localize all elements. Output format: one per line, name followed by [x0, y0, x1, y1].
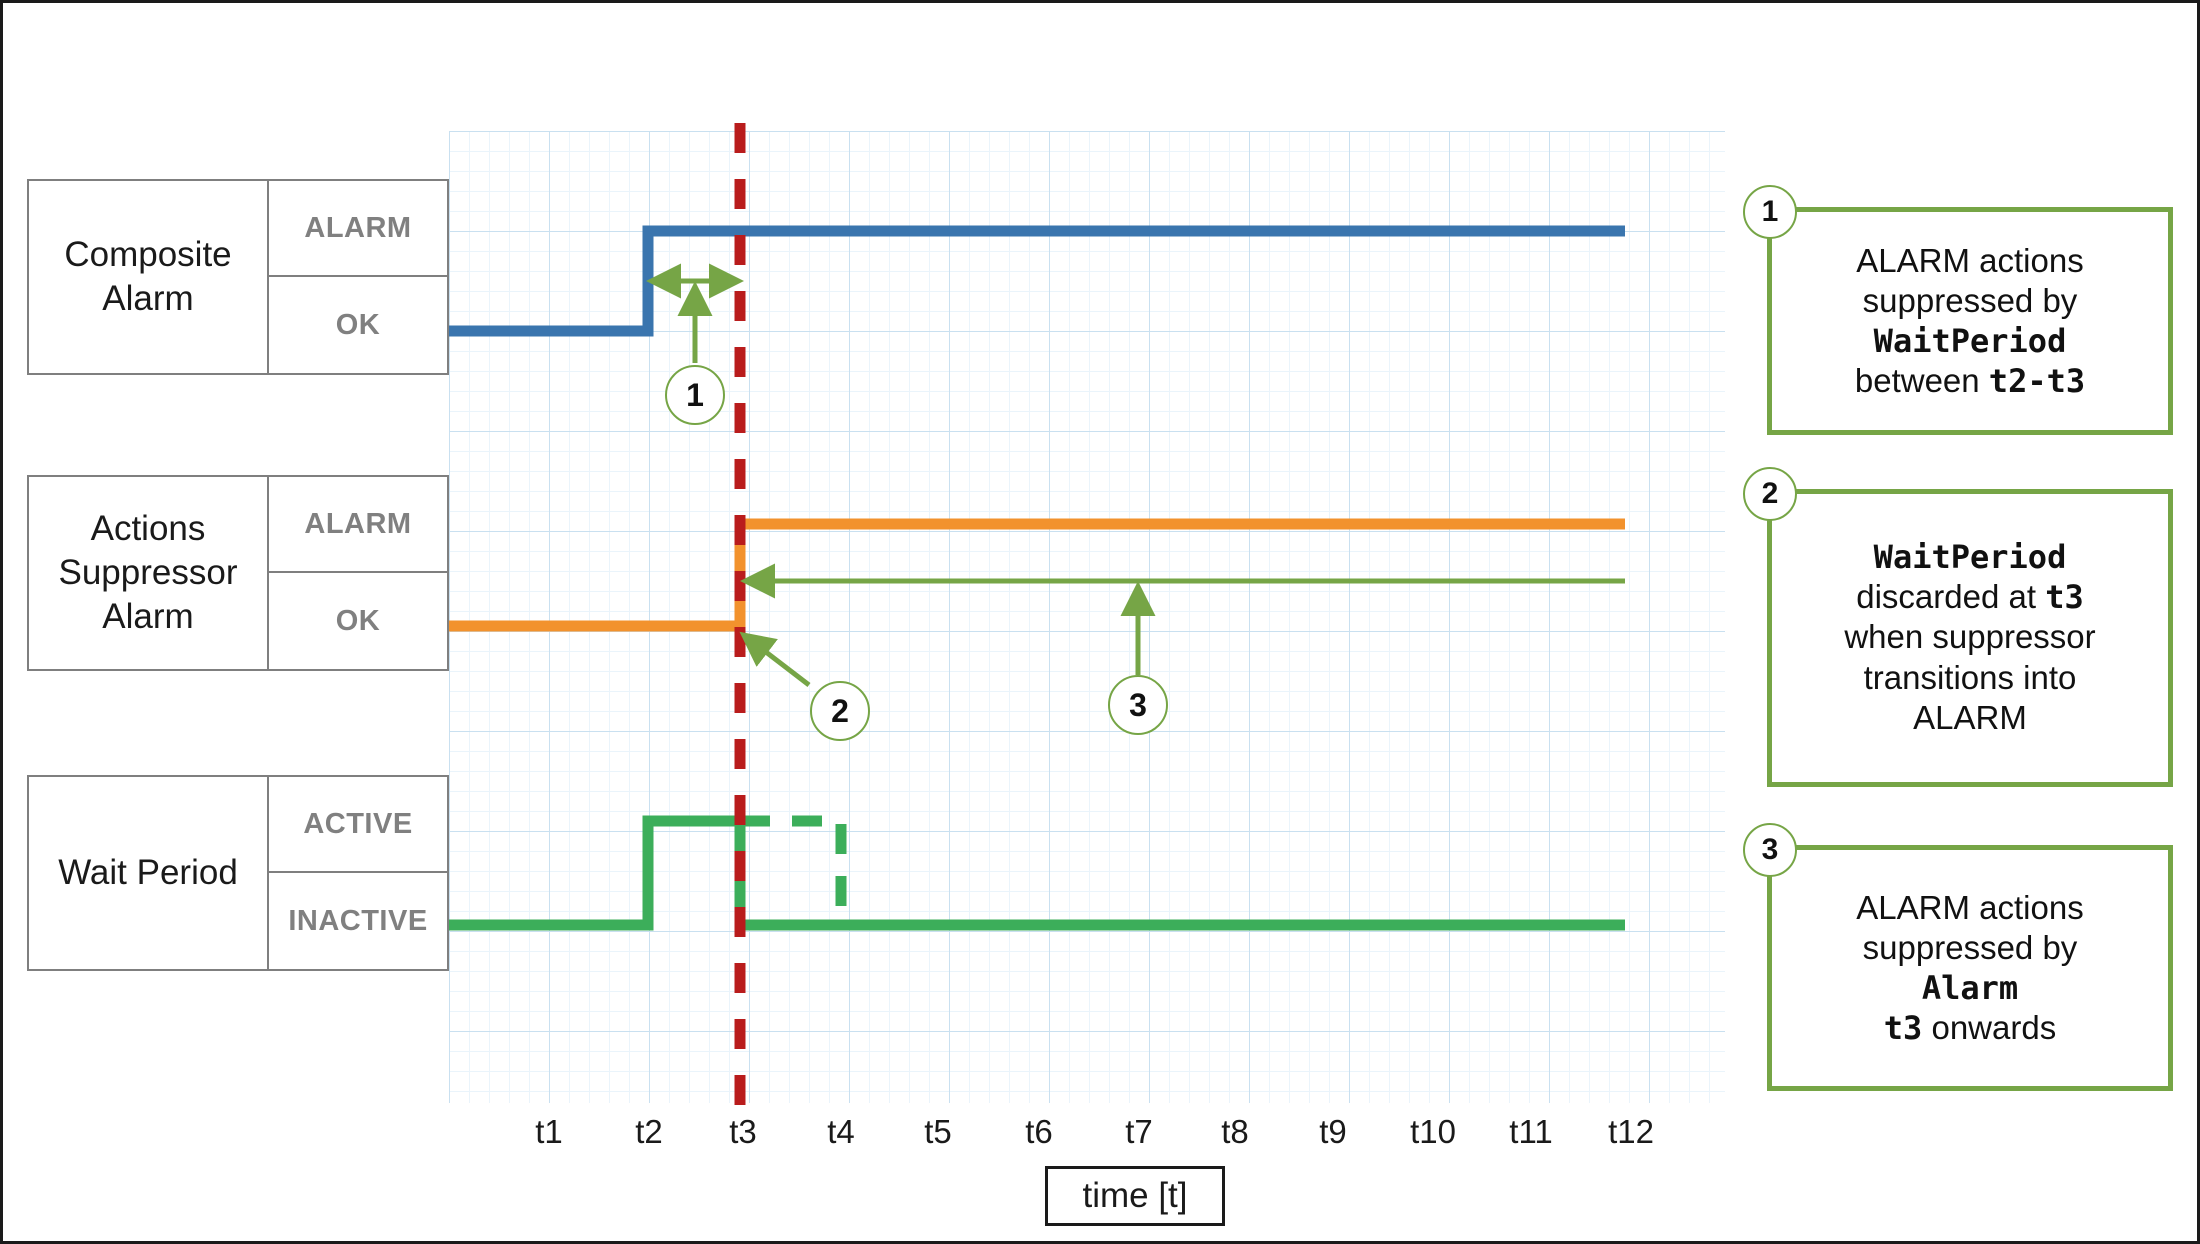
tick-label-t6: t6 [1025, 1113, 1053, 1150]
marker-3[interactable]: 3 [1108, 675, 1168, 735]
plot-grid-area [449, 131, 1725, 1103]
level-lower-label: OK [335, 308, 381, 341]
tick-label-t11: t11 [1509, 1113, 1553, 1150]
tick-label-t5: t5 [924, 1113, 952, 1150]
callout-3-line-3: Alarm [1921, 968, 2019, 1007]
tick-label-t10: t10 [1410, 1113, 1456, 1150]
track-levels: ALARM OK [269, 181, 447, 373]
callout-3-line-4-tail: onwards [1922, 1008, 2057, 1046]
tick-label-t7: t7 [1125, 1113, 1153, 1150]
track-label-actions-suppressor-alarm: Actions Suppressor Alarm ALARM OK [27, 475, 449, 671]
callout-1-line-4-head: between [1854, 361, 1989, 399]
callout-2: WaitPeriod discarded at t3 when suppress… [1767, 489, 2173, 787]
marker-3-label: 3 [1129, 686, 1147, 723]
track-levels: ALARM OK [269, 477, 447, 669]
callout-3-line-4: t3 onwards [1884, 1008, 2056, 1048]
callout-1-line-4: between t2-t3 [1855, 361, 2085, 401]
callout-2-line-4: transitions into [1863, 658, 2077, 696]
callout-1-badge-label: 1 [1761, 195, 1779, 228]
level-lower-label: INACTIVE [288, 904, 428, 937]
callout-2-line-2: discarded at t3 [1856, 577, 2083, 617]
level-upper-label: ACTIVE [269, 777, 447, 873]
callout-3-badge-label: 3 [1761, 833, 1779, 866]
callout-3-badge[interactable]: 3 [1743, 823, 1797, 877]
tick-label-t2: t2 [635, 1113, 663, 1150]
tick-label-t12: t12 [1608, 1113, 1654, 1150]
callout-1-line-1: ALARM actions [1856, 242, 2084, 280]
callout-2-line-5: ALARM [1913, 698, 2027, 736]
track-name-label: Composite Alarm [29, 181, 269, 373]
callout-2-line-2-tail: t3 [2045, 578, 2084, 617]
tick-label-t3: t3 [729, 1113, 757, 1150]
callout-1: ALARM actions suppressed by WaitPeriod b… [1767, 207, 2173, 435]
callout-3-line-4-head: t3 [1883, 1008, 1923, 1047]
callout-1-line-2: suppressed by [1862, 282, 2078, 320]
callout-3-line-1: ALARM actions [1856, 889, 2084, 927]
callout-1-line-3: WaitPeriod [1873, 321, 2067, 360]
tick-label-t9: t9 [1319, 1113, 1347, 1150]
level-upper-label: ALARM [269, 477, 447, 573]
track-label-composite-alarm: Composite Alarm ALARM OK [27, 179, 449, 375]
marker-1[interactable]: 1 [665, 365, 725, 425]
tick-label-t8: t8 [1221, 1113, 1249, 1150]
marker-2[interactable]: 2 [810, 681, 870, 741]
track-name-label: Actions Suppressor Alarm [29, 477, 269, 669]
callout-1-badge[interactable]: 1 [1743, 185, 1797, 239]
track-label-wait-period: Wait Period ACTIVE INACTIVE [27, 775, 449, 971]
callout-2-badge[interactable]: 2 [1743, 467, 1797, 521]
callout-3: ALARM actions suppressed by Alarm t3 onw… [1767, 845, 2173, 1091]
callout-3-line-2: suppressed by [1862, 929, 2078, 967]
tick-label-t1: t1 [535, 1113, 563, 1150]
callout-2-line-3: when suppressor [1844, 618, 2096, 656]
marker-2-label: 2 [831, 692, 849, 729]
tick-label-t4: t4 [827, 1113, 855, 1150]
callout-2-line-1: WaitPeriod [1873, 537, 2067, 576]
level-upper-label: ALARM [269, 181, 447, 277]
track-name-label: Wait Period [29, 777, 269, 969]
callout-1-line-4-tail: t2-t3 [1988, 361, 2086, 400]
x-axis-title-label: time [t] [1082, 1176, 1188, 1215]
level-lower-label: OK [335, 604, 381, 637]
callout-2-line-2-head: discarded at [1856, 578, 2046, 616]
x-axis-title: time [t] [1045, 1166, 1225, 1226]
track-levels: ACTIVE INACTIVE [269, 777, 447, 969]
diagram-canvas: Composite Alarm ALARM OK Actions Suppres… [0, 0, 2200, 1244]
callout-2-badge-label: 2 [1761, 477, 1779, 510]
marker-1-label: 1 [686, 376, 704, 413]
